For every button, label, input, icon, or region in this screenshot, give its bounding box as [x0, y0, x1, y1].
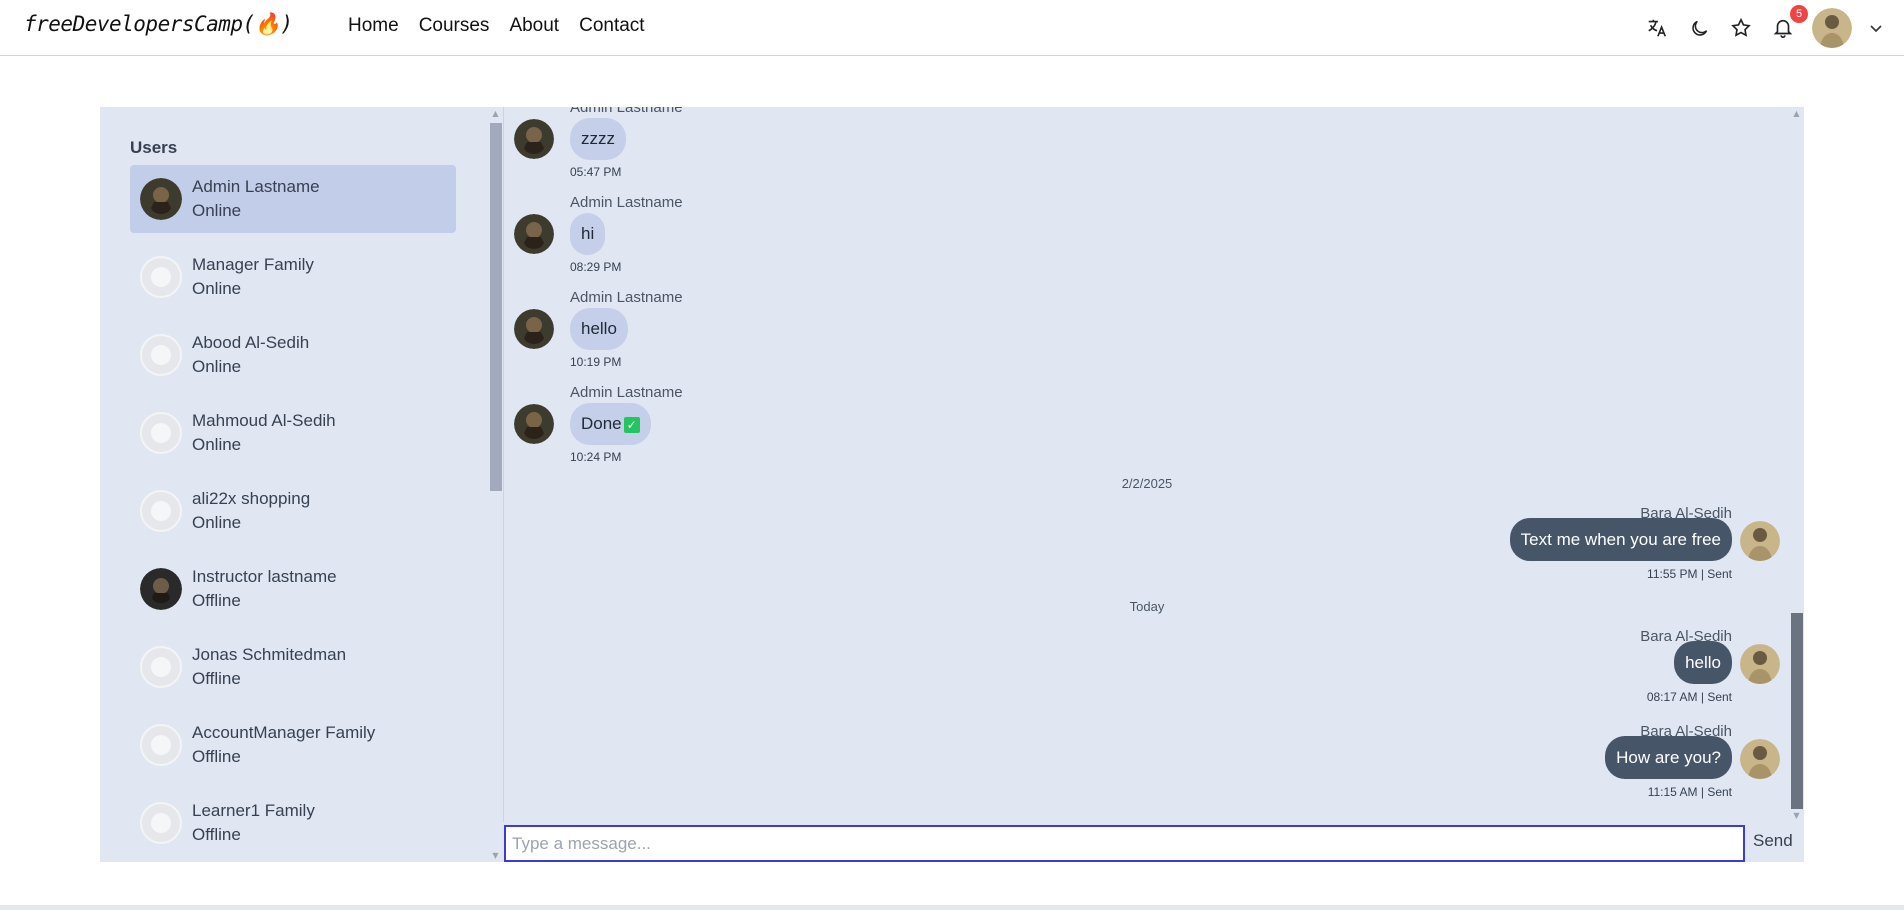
sender-avatar	[514, 214, 554, 254]
check-mark-icon: ✓	[623, 416, 640, 433]
avatar-placeholder	[140, 412, 182, 454]
user-status: Online	[192, 201, 242, 220]
avatar-placeholder	[140, 724, 182, 766]
star-icon[interactable]	[1728, 15, 1754, 41]
user-photo	[140, 178, 182, 220]
top-navbar: freeDevelopersCamp(🔥) Home Courses About…	[0, 0, 1904, 56]
scrollbar-thumb[interactable]	[490, 123, 502, 491]
message-time: 10:24 PM	[570, 450, 622, 464]
user-avatar[interactable]	[1812, 8, 1852, 48]
message-time: 08:29 PM	[570, 260, 622, 274]
nav-links: Home Courses About Contact	[348, 15, 645, 37]
message-sender: Admin Lastname	[570, 384, 683, 401]
user-status: Offline	[192, 591, 241, 610]
sender-avatar	[1740, 739, 1780, 779]
user-item-learner1[interactable]: Learner1 Family Offline	[130, 789, 456, 857]
user-name: Jonas Schmitedman	[192, 645, 347, 664]
scroll-down-icon[interactable]: ▼	[1789, 811, 1804, 820]
sender-avatar	[1740, 644, 1780, 684]
send-button[interactable]: Send	[1753, 831, 1793, 851]
scroll-down-icon[interactable]: ▼	[488, 851, 503, 860]
message-bubble: Text me when you are free	[1509, 518, 1732, 561]
sender-avatar	[514, 309, 554, 349]
avatar-placeholder	[140, 490, 182, 532]
user-name: AccountManager Family	[192, 723, 376, 742]
message-bubble: hello	[1674, 641, 1732, 684]
message-bubble: hello	[570, 308, 628, 350]
scroll-up-icon[interactable]: ▲	[488, 109, 503, 118]
sender-avatar	[514, 119, 554, 159]
bell-icon[interactable]: 5	[1770, 5, 1808, 41]
scroll-up-icon[interactable]: ▲	[1789, 109, 1804, 118]
sidebar-scrollbar[interactable]: ▲ ▼	[488, 107, 503, 862]
user-name: Manager Family	[192, 255, 314, 274]
user-item-ali22x[interactable]: ali22x shopping Online	[130, 477, 456, 545]
notification-badge: 5	[1790, 5, 1808, 23]
message-composer: Send	[503, 822, 1804, 862]
user-name: Admin Lastname	[192, 177, 320, 196]
user-name: ali22x shopping	[192, 489, 311, 508]
translate-icon[interactable]	[1644, 15, 1670, 41]
users-sidebar: Users Admin Lastname Online Manager Famil…	[100, 107, 503, 862]
site-logo[interactable]: freeDevelopersCamp(🔥)	[24, 12, 293, 37]
message-bubble: hi	[570, 213, 606, 255]
nav-link-home[interactable]: Home	[348, 15, 399, 37]
avatar-placeholder	[140, 256, 182, 298]
user-item-instructor[interactable]: Instructor lastname Offline	[130, 555, 456, 623]
date-separator: Today	[1129, 599, 1165, 614]
users-title: Users	[130, 138, 178, 157]
chat-panel: Users Admin Lastname Online Manager Famil…	[100, 107, 1804, 862]
nav-actions: 5	[1644, 5, 1884, 50]
user-name: Learner1 Family	[192, 801, 315, 820]
user-status: Online	[192, 357, 242, 376]
message-time: 11:15 AM | Sent	[1647, 785, 1732, 799]
message-thread: Admin Lastname zzzz 05:47 PM Admin Lastn…	[503, 107, 1804, 822]
avatar-placeholder	[140, 646, 182, 688]
user-item-abood[interactable]: Abood Al-Sedih Online	[130, 321, 456, 389]
message-sender: Admin Lastname	[570, 194, 683, 211]
date-separator: 2/2/2025	[1121, 476, 1173, 491]
user-name: Mahmoud Al-Sedih	[192, 411, 336, 430]
user-photo	[140, 568, 182, 610]
user-status: Offline	[192, 747, 241, 766]
footer-divider	[0, 905, 1904, 910]
user-item-accountmanager[interactable]: AccountManager Family Offline	[130, 711, 456, 779]
user-status: Offline	[192, 825, 241, 844]
avatar-placeholder	[140, 334, 182, 376]
nav-link-contact[interactable]: Contact	[579, 15, 644, 37]
user-name: Instructor lastname	[192, 567, 337, 586]
user-item-jonas[interactable]: Jonas Schmitedman Offline	[130, 633, 456, 701]
message-input[interactable]	[504, 825, 1745, 862]
user-item-manager[interactable]: Manager Family Online	[130, 243, 456, 311]
chevron-down-icon[interactable]	[1868, 20, 1884, 36]
moon-icon[interactable]	[1686, 15, 1712, 41]
message-text: Done	[581, 414, 622, 433]
message-bubble: Done ✓	[570, 403, 651, 445]
user-status: Online	[192, 513, 242, 532]
nav-link-about[interactable]: About	[509, 15, 559, 37]
sender-avatar	[1740, 521, 1780, 561]
message-time: 08:17 AM | Sent	[1646, 690, 1732, 704]
user-status: Offline	[192, 669, 241, 688]
user-status: Online	[192, 279, 242, 298]
message-bubble: zzzz	[570, 118, 626, 160]
user-list: Admin Lastname Online Manager Family Onlin…	[130, 165, 456, 862]
scrollbar-thumb[interactable]	[1791, 613, 1803, 809]
message-bubble: How are you?	[1605, 736, 1732, 779]
nav-link-courses[interactable]: Courses	[419, 15, 490, 37]
message-time: 05:47 PM	[570, 165, 622, 179]
message-time: 11:55 PM | Sent	[1647, 567, 1732, 581]
avatar-placeholder	[140, 802, 182, 844]
message-sender: Admin Lastname	[570, 107, 683, 116]
user-item-mahmoud[interactable]: Mahmoud Al-Sedih Online	[130, 399, 456, 467]
message-sender: Admin Lastname	[570, 289, 683, 306]
messages-scrollbar[interactable]: ▲ ▼	[1789, 107, 1804, 822]
user-status: Online	[192, 435, 242, 454]
user-item-admin[interactable]: Admin Lastname Online	[130, 165, 456, 233]
sender-avatar	[514, 404, 554, 444]
message-time: 10:19 PM	[570, 355, 622, 369]
user-name: Abood Al-Sedih	[192, 333, 310, 352]
